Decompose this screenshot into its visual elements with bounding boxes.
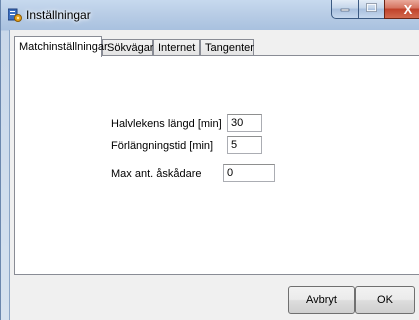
ok-button[interactable]: OK xyxy=(355,286,415,314)
window-title: Inställningar xyxy=(26,8,91,22)
tab-matchinstallningar[interactable]: Matchinställningar xyxy=(14,36,108,57)
maximize-button[interactable] xyxy=(358,0,385,19)
close-icon: X xyxy=(403,1,413,17)
half-length-label: Halvlekens längd [min] xyxy=(111,118,222,130)
overtime-input[interactable] xyxy=(227,136,262,154)
minimize-button[interactable] xyxy=(331,0,359,19)
tab-sokvagar[interactable]: Sökvägar xyxy=(102,39,153,56)
title-bar[interactable]: Inställningar X xyxy=(1,0,419,30)
max-spectators-label: Max ant. åskådare xyxy=(111,168,202,180)
maximize-icon xyxy=(366,3,377,15)
settings-window: Inställningar X Matchinställningar Sökvä… xyxy=(0,0,419,320)
close-button[interactable]: X xyxy=(384,0,419,19)
tab-tangenter[interactable]: Tangenter xyxy=(200,39,254,56)
max-spectators-input[interactable] xyxy=(223,164,275,182)
minimize-icon xyxy=(340,3,350,15)
half-length-input[interactable] xyxy=(227,114,262,132)
match-settings-page: Halvlekens längd [min] Förlängningstid [… xyxy=(14,55,419,275)
settings-app-icon[interactable] xyxy=(7,8,22,22)
overtime-label: Förlängningstid [min] xyxy=(111,140,214,152)
dialog-client-area: Matchinställningar Sökvägar Internet Tan… xyxy=(9,30,419,320)
cancel-button[interactable]: Avbryt xyxy=(288,286,355,314)
tab-internet[interactable]: Internet xyxy=(153,39,200,56)
